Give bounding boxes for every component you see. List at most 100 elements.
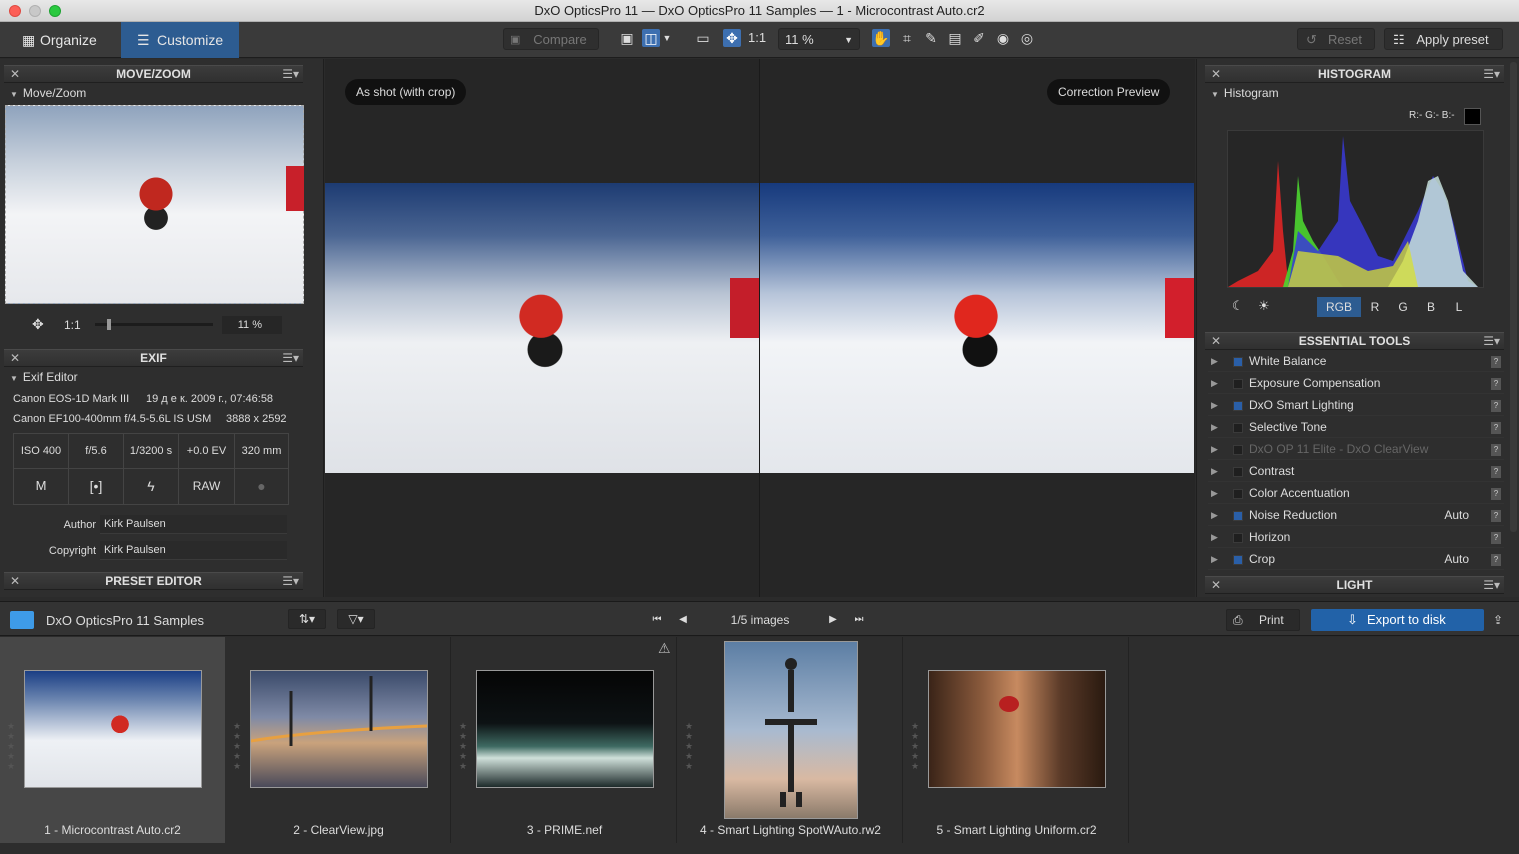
help-icon[interactable]: ? [1491, 444, 1501, 456]
help-icon[interactable]: ? [1491, 378, 1501, 390]
close-icon[interactable]: ✕ [10, 350, 20, 367]
tool-row[interactable]: ▶ Exposure Compensation? [1208, 373, 1504, 394]
close-icon[interactable]: ✕ [1211, 577, 1221, 594]
tool-row[interactable]: ▶ White Balance? [1208, 351, 1504, 372]
move-icon[interactable]: ✥ [32, 316, 44, 333]
print-button[interactable]: ⎙ Print [1226, 609, 1300, 631]
expand-arrow-icon[interactable]: ▶ [1211, 351, 1218, 372]
brush-icon[interactable]: ✐ [970, 29, 988, 47]
filter-icon[interactable]: ▽▾ [337, 609, 375, 629]
tool-row[interactable]: ▶ Horizon? [1208, 527, 1504, 548]
tab-organize[interactable]: ▦ Organize [0, 22, 120, 58]
movezoom-subheader[interactable]: Move/Zoom [10, 86, 86, 100]
rating-stars[interactable]: ★ ★ ★ ★ ★ [459, 721, 467, 771]
ratio-1-1-button[interactable]: 1:1 [748, 30, 766, 45]
tool-toggle[interactable] [1233, 467, 1243, 477]
tool-toggle[interactable] [1233, 489, 1243, 499]
sort-button[interactable]: ⇅▾ [288, 609, 326, 629]
target-icon[interactable]: ◎ [1018, 29, 1036, 47]
rating-stars[interactable]: ★ ★ ★ ★ ★ [685, 721, 693, 771]
expand-arrow-icon[interactable]: ▶ [1211, 417, 1218, 438]
thumb-cell-3[interactable]: ⚠ ★ ★ ★ ★ ★ [452, 637, 677, 843]
crop-icon[interactable]: ⌗ [898, 29, 916, 47]
channel-g-button[interactable]: G [1394, 297, 1412, 317]
tool-toggle[interactable] [1233, 379, 1243, 389]
panel-menu-icon[interactable]: ☰▾ [1483, 333, 1500, 350]
thumb-cell-5[interactable]: ★ ★ ★ ★ ★ [904, 637, 1129, 843]
tool-row[interactable]: ▶ DxO Smart Lighting? [1208, 395, 1504, 416]
single-view-icon[interactable]: ▣ [618, 29, 636, 47]
ratio-1-1-button[interactable]: 1:1 [64, 318, 81, 332]
moon-icon[interactable]: ☾ [1232, 298, 1244, 314]
help-icon[interactable]: ? [1491, 356, 1501, 368]
zoom-window-button[interactable] [49, 5, 61, 17]
histogram-subheader[interactable]: Histogram [1211, 86, 1279, 100]
expand-arrow-icon[interactable]: ▶ [1211, 439, 1218, 460]
help-icon[interactable]: ? [1491, 466, 1501, 478]
tool-row[interactable]: ▶ Contrast? [1208, 461, 1504, 482]
tool-toggle[interactable] [1233, 511, 1243, 521]
tool-row[interactable]: ▶ Crop Auto? [1208, 549, 1504, 570]
split-view-icon[interactable]: ◫ [642, 29, 660, 47]
expand-arrow-icon[interactable]: ▶ [1211, 483, 1218, 504]
first-image-icon[interactable]: ⏮ [646, 610, 668, 630]
eyedropper-icon[interactable]: ✎ [922, 29, 940, 47]
rating-stars[interactable]: ★ ★ ★ ★ ★ [7, 721, 15, 771]
help-icon[interactable]: ? [1491, 532, 1501, 544]
share-icon[interactable]: ⇪ [1488, 609, 1508, 631]
channel-l-button[interactable]: L [1450, 297, 1468, 317]
tool-row[interactable]: ▶ DxO OP 11 Elite - DxO ClearView? [1208, 439, 1504, 460]
minimize-window-button[interactable] [29, 5, 41, 17]
author-field[interactable]: Kirk Paulsen [100, 515, 287, 534]
panel-menu-icon[interactable]: ☰▾ [1483, 577, 1500, 594]
panel-menu-icon[interactable]: ☰▾ [282, 350, 299, 367]
rating-stars[interactable]: ★ ★ ★ ★ ★ [233, 721, 241, 771]
expand-arrow-icon[interactable]: ▶ [1211, 373, 1218, 394]
expand-arrow-icon[interactable]: ▶ [1211, 527, 1218, 548]
tab-customize[interactable]: ☰ Customize [121, 22, 239, 58]
reset-button[interactable]: ↺ Reset [1297, 28, 1375, 50]
panel-menu-icon[interactable]: ☰▾ [282, 573, 299, 590]
thumb-cell-2[interactable]: ★ ★ ★ ★ ★ [226, 637, 451, 843]
tool-toggle[interactable] [1233, 401, 1243, 411]
tool-row[interactable]: ▶ Noise Reduction Auto? [1208, 505, 1504, 526]
channel-b-button[interactable]: B [1422, 297, 1440, 317]
zoom-field[interactable]: 11 % [222, 316, 282, 334]
previous-image-icon[interactable]: ◀ [672, 610, 694, 630]
exif-subheader[interactable]: Exif Editor [10, 370, 78, 384]
zoom-slider-handle[interactable] [107, 319, 111, 330]
sun-icon[interactable]: ☀ [1258, 298, 1270, 314]
channel-r-button[interactable]: R [1366, 297, 1384, 317]
expand-arrow-icon[interactable]: ▶ [1211, 505, 1218, 526]
thumb-cell-4[interactable]: ★ ★ ★ ★ ★ [678, 637, 903, 843]
fit-screen-icon[interactable]: ▭ [694, 29, 712, 47]
rating-stars[interactable]: ★ ★ ★ ★ ★ [911, 721, 919, 771]
expand-arrow-icon[interactable]: ▶ [1211, 461, 1218, 482]
close-window-button[interactable] [9, 5, 21, 17]
tool-row[interactable]: ▶ Selective Tone? [1208, 417, 1504, 438]
eye-icon[interactable]: ◉ [994, 29, 1012, 47]
help-icon[interactable]: ? [1491, 554, 1501, 566]
tool-toggle[interactable] [1233, 533, 1243, 543]
close-icon[interactable]: ✕ [10, 573, 20, 590]
expand-arrow-icon[interactable]: ▶ [1211, 395, 1218, 416]
close-icon[interactable]: ✕ [1211, 333, 1221, 350]
compare-button[interactable]: ▣ Compare [503, 28, 599, 50]
copyright-field[interactable]: Kirk Paulsen [100, 541, 287, 560]
zoom-slider[interactable] [95, 319, 213, 330]
panel-menu-icon[interactable]: ☰▾ [282, 66, 299, 83]
thumb-cell-1[interactable]: ★ ★ ★ ★ ★ [0, 637, 225, 843]
next-image-icon[interactable]: ▶ [822, 610, 844, 630]
close-icon[interactable]: ✕ [10, 66, 20, 83]
panel-menu-icon[interactable]: ☰▾ [1483, 66, 1500, 83]
zoom-select[interactable]: 11 % ▼ [778, 28, 860, 50]
close-icon[interactable]: ✕ [1211, 66, 1221, 83]
export-to-disk-button[interactable]: ⇩ Export to disk [1311, 609, 1484, 631]
move-icon[interactable]: ✥ [723, 29, 741, 47]
tool-toggle[interactable] [1233, 445, 1243, 455]
right-panel-scrollbar[interactable] [1510, 62, 1517, 532]
tool-row[interactable]: ▶ Color Accentuation? [1208, 483, 1504, 504]
apply-preset-button[interactable]: ☷ Apply preset [1384, 28, 1503, 50]
expand-arrow-icon[interactable]: ▶ [1211, 549, 1218, 570]
help-icon[interactable]: ? [1491, 510, 1501, 522]
